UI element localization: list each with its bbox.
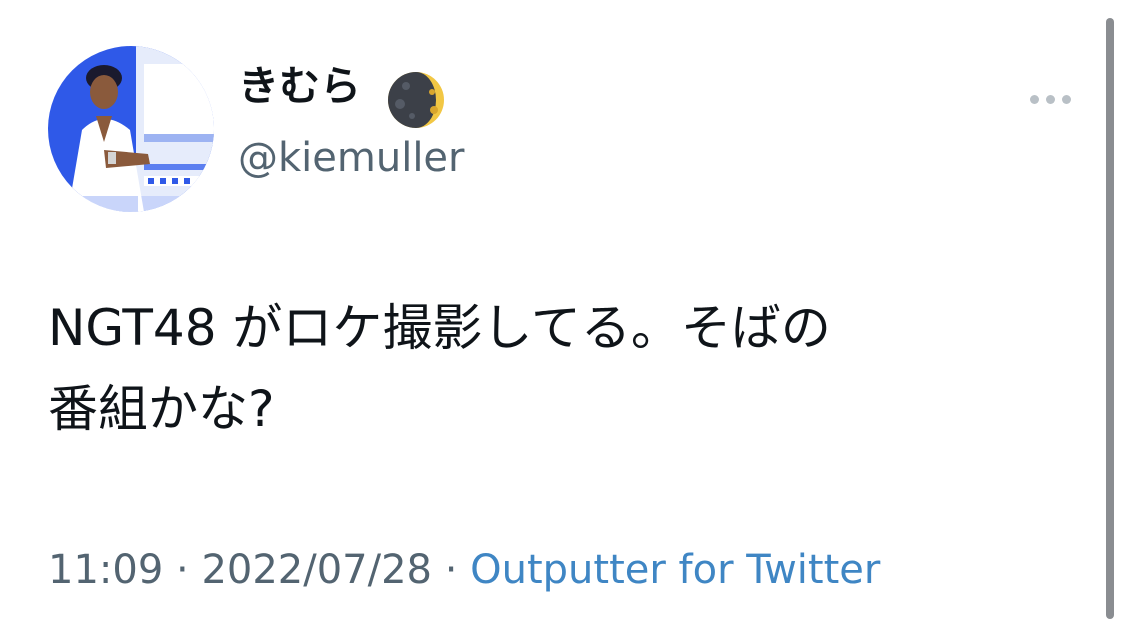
display-name[interactable]: きむら xyxy=(238,66,361,107)
more-dot-icon xyxy=(1029,94,1039,104)
tweet-text: NGT48 がロケ撮影してる。そばの 番組かな? xyxy=(48,288,1078,450)
tweet-text-line: 番組かな? xyxy=(48,380,275,438)
more-options-button[interactable] xyxy=(1024,82,1076,116)
meta-separator: · xyxy=(163,547,202,593)
tweet-date[interactable]: 2022/07/28 xyxy=(201,547,432,593)
waning-crescent-moon-icon xyxy=(388,72,444,128)
user-handle[interactable]: @kiemuller xyxy=(238,138,464,178)
tweet-source-link[interactable]: Outputter for Twitter xyxy=(470,547,880,593)
meta-separator: · xyxy=(431,547,471,593)
more-dot-icon xyxy=(1061,94,1071,104)
avatar[interactable] xyxy=(48,46,214,212)
avatar-illustration xyxy=(48,46,214,212)
tweet-text-line: NGT48 がロケ撮影してる。そばの xyxy=(48,299,831,357)
tweet-meta: 11:09 · 2022/07/28 · Outputter for Twitt… xyxy=(48,548,880,592)
scrollbar[interactable] xyxy=(1106,18,1114,619)
more-dot-icon xyxy=(1045,94,1055,104)
tweet-time[interactable]: 11:09 xyxy=(48,547,163,593)
